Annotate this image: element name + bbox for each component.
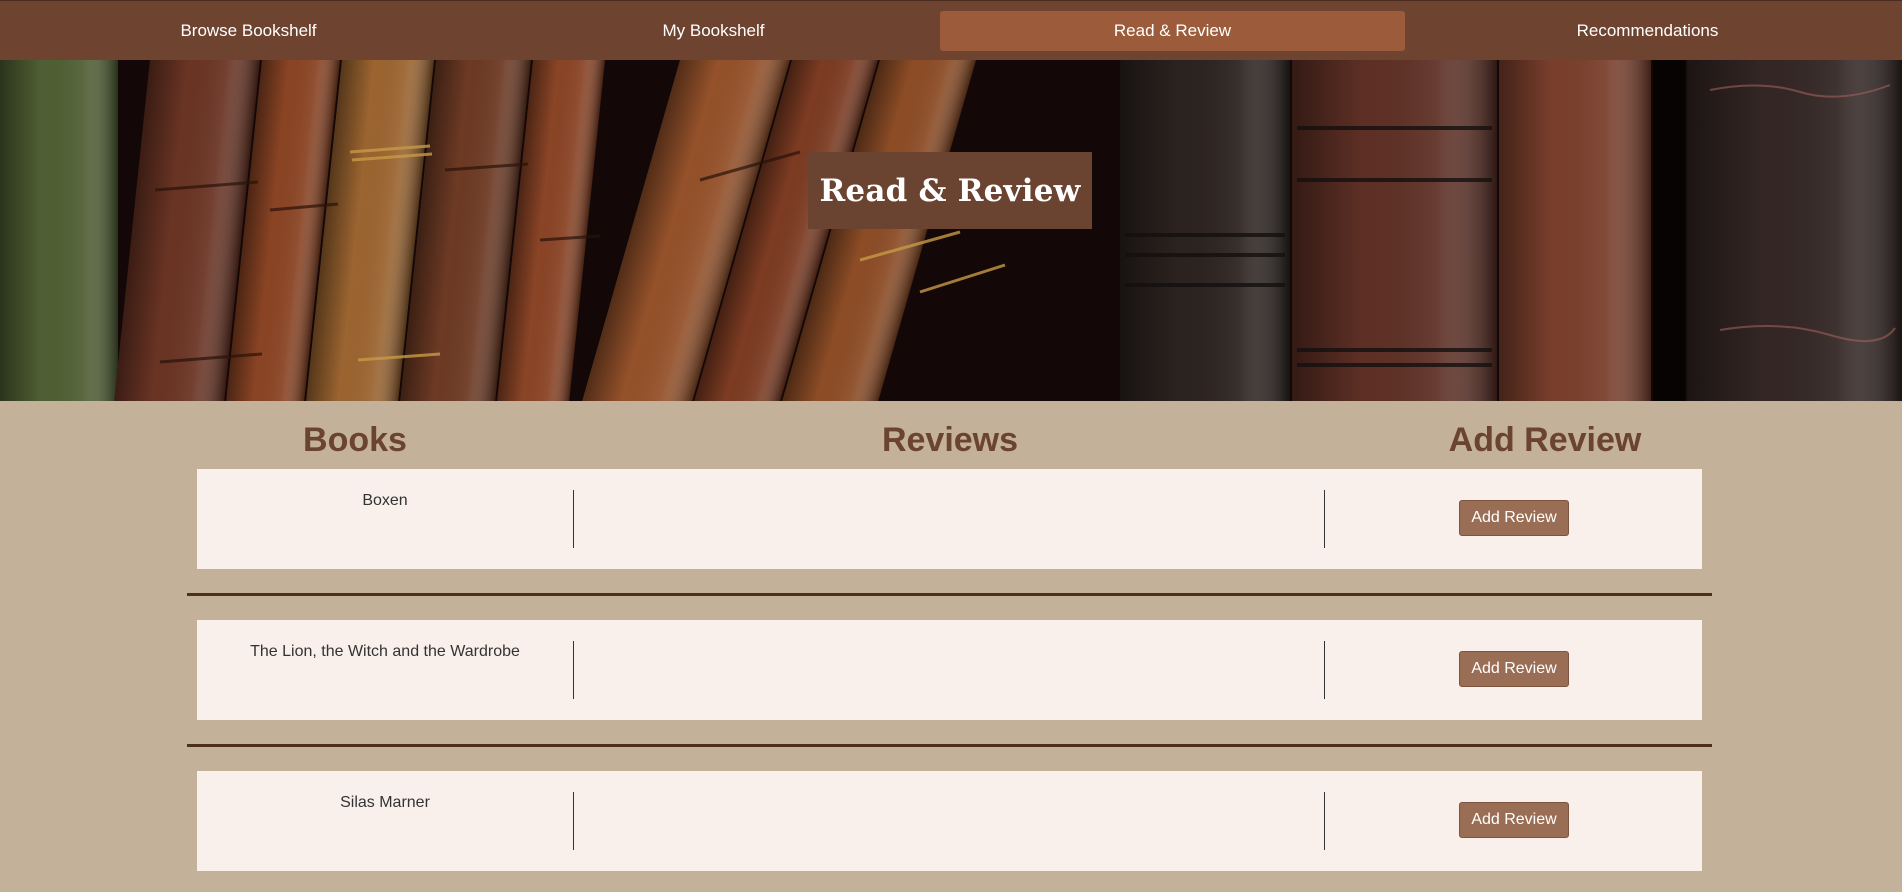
row-separator <box>187 744 1712 747</box>
add-review-button[interactable]: Add Review <box>1459 651 1569 687</box>
nav-my-bookshelf[interactable]: My Bookshelf <box>481 11 946 51</box>
column-divider <box>1324 641 1325 699</box>
nav-browse-bookshelf[interactable]: Browse Bookshelf <box>16 11 481 51</box>
add-review-button[interactable]: Add Review <box>1459 500 1569 536</box>
add-review-heading: Add Review <box>1448 421 1642 459</box>
column-divider <box>573 792 574 850</box>
page-title: Read & Review <box>819 172 1081 209</box>
hero-title-box: Read & Review <box>808 152 1092 229</box>
book-title: The Lion, the Witch and the Wardrobe <box>250 643 520 660</box>
nav-recommendations[interactable]: Recommendations <box>1415 11 1880 51</box>
book-spines-image <box>0 60 1902 401</box>
column-divider <box>1324 792 1325 850</box>
top-navigation: Browse Bookshelf My Bookshelf Read & Rev… <box>0 0 1902 60</box>
book-row: The Lion, the Witch and the Wardrobe Add… <box>197 620 1702 720</box>
book-title: Silas Marner <box>340 794 430 811</box>
add-review-button[interactable]: Add Review <box>1459 802 1569 838</box>
hero-banner: Read & Review <box>0 60 1902 401</box>
books-heading: Books <box>303 421 407 459</box>
nav-read-review[interactable]: Read & Review <box>940 11 1405 51</box>
reviews-heading: Reviews <box>881 421 1019 459</box>
book-title: Boxen <box>362 492 408 509</box>
column-divider <box>1324 490 1325 548</box>
book-row: Silas Marner Add Review <box>197 771 1702 871</box>
column-divider <box>573 641 574 699</box>
row-separator <box>187 593 1712 596</box>
book-row: Boxen Add Review <box>197 469 1702 569</box>
column-divider <box>573 490 574 548</box>
